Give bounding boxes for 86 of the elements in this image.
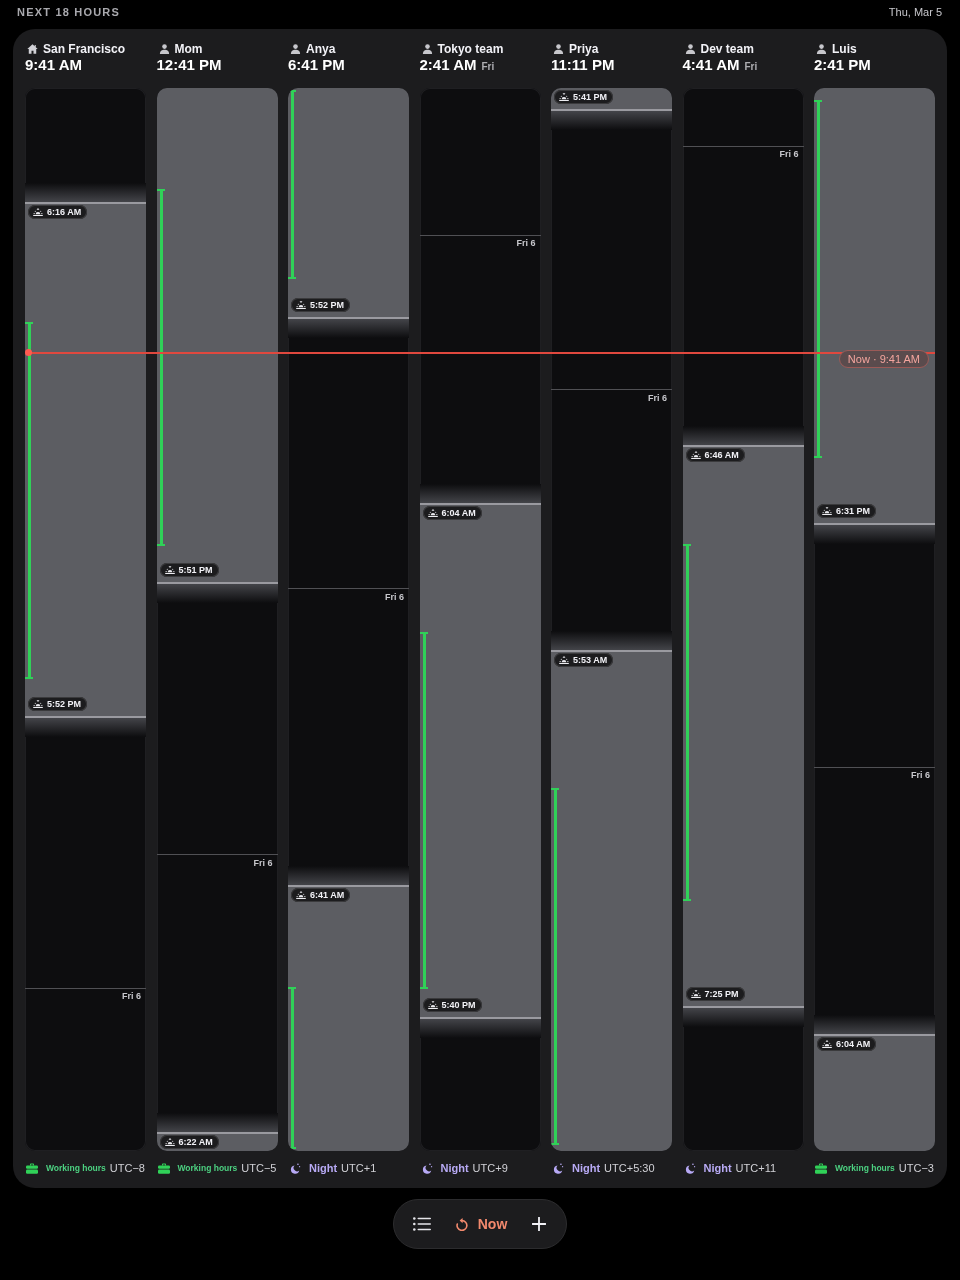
sunset-icon: [164, 566, 175, 575]
briefcase-icon: [26, 1162, 38, 1174]
sunset-time: 5:41 PM: [573, 92, 607, 102]
utc-offset: UTC−8: [109, 1162, 145, 1174]
sunrise-icon: [559, 655, 569, 664]
sunset-icon: [427, 1001, 438, 1010]
status-label: Working hours: [46, 1163, 106, 1173]
day-label: Fri 6: [122, 991, 141, 1002]
person-icon: [158, 43, 170, 54]
utc-offset: UTC−3: [898, 1162, 934, 1174]
column-name: Priya: [569, 41, 599, 56]
home-icon: [27, 43, 38, 54]
section-title: NEXT 18 HOURS: [17, 5, 120, 18]
sunset-time: 6:31 PM: [836, 506, 870, 517]
date-label: Thu, Mar 5: [888, 5, 942, 18]
column-name: Luis: [832, 41, 857, 56]
day-label: Fri 6: [385, 592, 404, 602]
day-label: Fri 6: [516, 238, 536, 248]
status-label: Night: [309, 1162, 338, 1174]
person-icon: [816, 43, 827, 54]
sunset-icon: [822, 507, 832, 516]
sunrise-icon: [33, 208, 43, 216]
person-icon: [290, 43, 301, 54]
sunset-time: 5:40 PM: [441, 1000, 476, 1011]
sunrise-icon: [164, 1138, 175, 1147]
local-time: 2:41 PM: [814, 56, 871, 73]
sunrise-time: 6:04 AM: [441, 507, 476, 518]
sunrise-time: 6:22 AM: [178, 1137, 213, 1148]
now-button[interactable]: Now: [451, 1212, 512, 1236]
sunrise-time: 6:46 AM: [704, 450, 739, 460]
column-name: Dev team: [700, 41, 754, 56]
sunrise-icon: [427, 508, 438, 517]
sunset-time: 5:52 PM: [47, 699, 81, 709]
utc-offset: UTC+11: [735, 1162, 777, 1174]
utc-offset: UTC+5:30: [604, 1162, 655, 1174]
local-time: 4:41 AM: [682, 56, 740, 73]
list-icon: [412, 1217, 431, 1231]
day-label: Fri 6: [779, 149, 799, 160]
briefcase-icon: [815, 1162, 827, 1174]
sunset-time: 5:51 PM: [178, 565, 213, 576]
column-name: San Francisco: [43, 41, 126, 56]
sunset-time: 5:52 PM: [310, 300, 344, 311]
moon-icon: [683, 1162, 696, 1174]
person-icon: [553, 43, 564, 54]
sunset-icon: [33, 700, 43, 708]
sunrise-time: 6:16 AM: [47, 207, 82, 217]
utc-offset: UTC+1: [341, 1162, 377, 1174]
sunrise-time: 5:53 AM: [573, 654, 608, 665]
person-icon: [684, 43, 696, 54]
moon-icon: [552, 1162, 564, 1174]
local-time: 12:41 PM: [156, 56, 222, 73]
rotate-icon: [455, 1217, 468, 1231]
day-label: Fri 6: [648, 393, 667, 403]
utc-offset: UTC−5: [241, 1162, 277, 1174]
status-label: Night: [703, 1162, 732, 1174]
status-label: Working hours: [177, 1163, 238, 1173]
day-suffix: Fri: [481, 61, 495, 72]
status-label: Night: [440, 1162, 469, 1174]
sunrise-icon: [296, 891, 306, 899]
now-dot-icon: [25, 349, 32, 357]
column-name: Mom: [174, 41, 203, 56]
sunset-icon: [296, 301, 306, 310]
moon-icon: [420, 1162, 433, 1174]
local-time: 2:41 AM: [419, 56, 477, 73]
column-name: Anya: [306, 41, 336, 56]
day-label: Fri 6: [911, 770, 930, 781]
sunrise-time: 6:04 AM: [836, 1039, 871, 1049]
status-label: Working hours: [835, 1163, 895, 1173]
sunset-icon: [690, 989, 701, 998]
sunset-icon: [559, 93, 569, 101]
day-suffix: Fri: [744, 61, 758, 72]
briefcase-icon: [157, 1162, 170, 1174]
day-label: Fri 6: [253, 857, 273, 868]
sunset-time: 7:25 PM: [704, 988, 739, 999]
person-icon: [421, 43, 433, 54]
local-time: 6:41 PM: [288, 56, 345, 73]
status-label: Night: [572, 1162, 601, 1174]
plus-icon: [532, 1217, 547, 1231]
sunrise-time: 6:41 AM: [310, 890, 345, 900]
local-time: 9:41 AM: [25, 56, 82, 73]
local-time: 11:11 PM: [551, 56, 615, 73]
column-name: Tokyo team: [437, 41, 504, 56]
sunrise-icon: [690, 451, 701, 459]
moon-icon: [289, 1162, 301, 1174]
utc-offset: UTC+9: [472, 1162, 508, 1174]
sunrise-icon: [822, 1040, 832, 1048]
